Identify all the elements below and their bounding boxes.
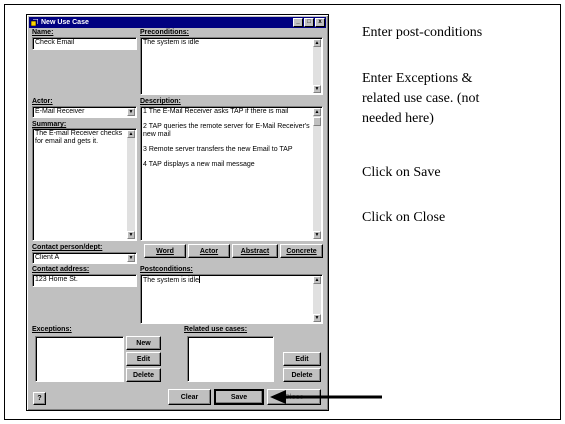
maximize-button[interactable]: □ — [304, 18, 314, 27]
actor-button[interactable]: Actor — [188, 244, 230, 258]
description-label: Description: — [140, 98, 181, 105]
exception-delete-button[interactable]: Delete — [126, 368, 161, 382]
related-use-cases-label: Related use cases: — [184, 326, 248, 333]
contact-person-label: Contact person/dept: — [32, 244, 103, 251]
title-bar[interactable]: New Use Case _ □ x — [29, 17, 326, 28]
note-enter-postconditions: Enter post-conditions — [362, 25, 483, 40]
exception-edit-button[interactable]: Edit — [126, 352, 161, 366]
new-use-case-window: New Use Case _ □ x Name: Check Email Pre… — [26, 14, 329, 411]
description-field[interactable]: 1 The E-Mail Receiver asks TAP if there … — [140, 106, 323, 241]
exceptions-list[interactable] — [35, 336, 124, 382]
related-edit-button[interactable]: Edit — [283, 352, 321, 366]
help-button[interactable]: ? — [33, 392, 46, 405]
postconditions-scrollbar[interactable]: ▲ ▼ — [313, 276, 321, 322]
note-exceptions-line-3: needed here) — [362, 111, 434, 126]
postconditions-label: Postconditions: — [140, 266, 193, 273]
chevron-down-icon[interactable]: ▼ — [127, 108, 135, 116]
pointer-arrow-icon — [270, 390, 382, 404]
preconditions-text: The system is idle — [143, 39, 200, 46]
preconditions-field[interactable]: The system is idle ▲ ▼ — [140, 37, 323, 95]
related-use-cases-list[interactable] — [187, 336, 274, 382]
name-field[interactable]: Check Email — [32, 37, 137, 50]
scroll-thumb[interactable] — [313, 117, 321, 126]
summary-field[interactable]: The E-mail Receiver checks for email and… — [32, 128, 137, 241]
summary-label: Summary: — [32, 121, 67, 128]
clear-button[interactable]: Clear — [168, 389, 211, 405]
summary-scrollbar[interactable]: ▲ ▼ — [127, 130, 135, 239]
title-buttons: _ □ x — [293, 18, 325, 27]
contact-combobox[interactable]: Client A ▼ — [32, 252, 137, 264]
postconditions-field[interactable]: The system is idle ▲ ▼ — [140, 274, 323, 324]
name-label: Name: — [32, 29, 54, 36]
text-cursor — [199, 276, 201, 283]
scroll-down-arrow-icon[interactable]: ▼ — [313, 314, 321, 322]
exception-new-button[interactable]: New — [126, 336, 161, 350]
contact-address-field[interactable]: 123 Home St. — [32, 274, 137, 287]
summary-text: The E-mail Receiver checks for email and… — [35, 130, 123, 145]
actor-combobox[interactable]: E-Mail Receiver ▼ — [32, 106, 137, 118]
preconditions-label: Preconditions: — [140, 29, 190, 36]
description-step-2: 2 TAP queries the remote server for E-Ma… — [143, 123, 310, 138]
preconditions-scrollbar[interactable]: ▲ ▼ — [313, 39, 321, 93]
word-button[interactable]: Word — [144, 244, 186, 258]
minimize-button[interactable]: _ — [293, 18, 303, 27]
window-title: New Use Case — [41, 19, 89, 26]
scroll-down-arrow-icon[interactable]: ▼ — [313, 231, 321, 239]
scroll-up-arrow-icon[interactable]: ▲ — [127, 130, 135, 138]
app-icon — [31, 19, 38, 26]
contact-address-label: Contact address: — [32, 266, 90, 273]
note-exceptions-line-1: Enter Exceptions & — [362, 71, 473, 86]
actor-label: Actor: — [32, 98, 53, 105]
scroll-up-arrow-icon[interactable]: ▲ — [313, 276, 321, 284]
related-delete-button[interactable]: Delete — [283, 368, 321, 382]
scroll-down-arrow-icon[interactable]: ▼ — [313, 85, 321, 93]
note-exceptions-line-2: related use case. (not — [362, 91, 480, 106]
description-step-4: 4 TAP displays a new mail message — [143, 161, 255, 168]
note-click-close: Click on Close — [362, 210, 446, 225]
description-scrollbar[interactable]: ▲ ▼ — [313, 108, 321, 239]
chevron-down-icon[interactable]: ▼ — [127, 254, 135, 262]
scroll-down-arrow-icon[interactable]: ▼ — [127, 231, 135, 239]
concrete-button[interactable]: Concrete — [280, 244, 323, 258]
description-step-1: 1 The E-Mail Receiver asks TAP if there … — [143, 108, 289, 115]
postconditions-text: The system is idle — [143, 277, 200, 284]
abstract-button[interactable]: Abstract — [232, 244, 278, 258]
contact-value: Client A — [35, 254, 60, 261]
close-window-button[interactable]: x — [315, 18, 325, 27]
description-step-3: 3 Remote server transfers the new Email … — [143, 146, 293, 153]
save-button[interactable]: Save — [214, 389, 264, 405]
exceptions-label: Exceptions: — [32, 326, 72, 333]
note-click-save: Click on Save — [362, 165, 441, 180]
scroll-up-arrow-icon[interactable]: ▲ — [313, 108, 321, 116]
scroll-up-arrow-icon[interactable]: ▲ — [313, 39, 321, 47]
actor-value: E-Mail Receiver — [35, 108, 85, 115]
